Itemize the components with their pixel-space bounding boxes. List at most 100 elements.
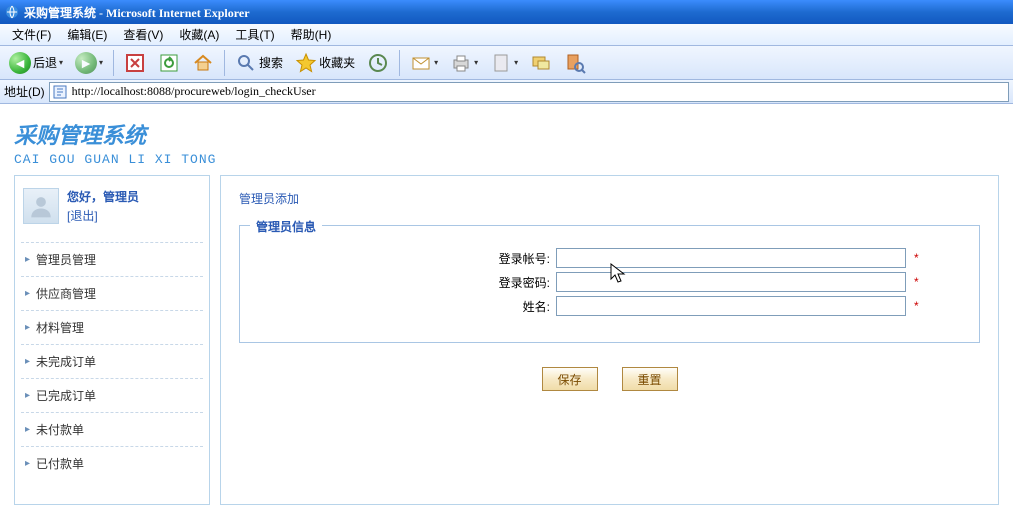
nav-label: 管理员管理 (36, 251, 96, 268)
history-button[interactable] (362, 49, 394, 77)
avatar (23, 188, 59, 224)
logout-link[interactable]: [退出] (67, 207, 139, 226)
forward-button[interactable]: ► ▾ (70, 49, 108, 77)
nav-item-material[interactable]: ▸ 材料管理 (21, 310, 203, 344)
sidebar: 您好，管理员 [退出] ▸ 管理员管理 ▸ 供应商管理 ▸ 材料管理 ▸ 未完成订单 ▸… (14, 175, 210, 505)
nav-label: 未完成订单 (36, 353, 96, 370)
address-box[interactable] (49, 82, 1009, 102)
edit-page-icon (490, 52, 512, 74)
chevron-right-icon: ▸ (25, 254, 30, 265)
chevron-right-icon: ▸ (25, 356, 30, 367)
nav-label: 未付款单 (36, 421, 84, 438)
password-label: 登录密码: (256, 274, 556, 291)
admin-info-fieldset: 管理员信息 登录帐号: * 登录密码: * 姓名: * (239, 225, 980, 343)
viewport: 采购管理系统 CAI GOU GUAN LI XI TONG 您好，管理员 [退… (0, 104, 1013, 520)
menu-favorites[interactable]: 收藏(A) (171, 24, 227, 45)
toolbar: ◄ 后退 ▾ ► ▾ 搜索 收藏夹 ▾ ▾ ▾ (0, 46, 1013, 80)
nav-item-admin[interactable]: ▸ 管理员管理 (21, 242, 203, 276)
page-title: 采购管理系统 (14, 118, 999, 150)
research-button[interactable] (559, 49, 591, 77)
mail-dropdown-icon[interactable]: ▾ (434, 58, 438, 67)
star-icon (295, 52, 317, 74)
save-button[interactable]: 保存 (542, 367, 598, 391)
address-label: 地址(D) (4, 83, 45, 100)
print-icon (450, 52, 472, 74)
account-input[interactable] (556, 248, 906, 268)
menu-view[interactable]: 查看(V) (115, 24, 171, 45)
print-dropdown-icon[interactable]: ▾ (474, 58, 478, 67)
back-button[interactable]: ◄ 后退 ▾ (4, 49, 68, 77)
password-input[interactable] (556, 272, 906, 292)
nav-item-completed-orders[interactable]: ▸ 已完成订单 (21, 378, 203, 412)
toolbar-separator (224, 50, 225, 76)
nav-label: 供应商管理 (36, 285, 96, 302)
nav-label: 已完成订单 (36, 387, 96, 404)
name-label: 姓名: (256, 298, 556, 315)
discuss-button[interactable] (525, 49, 557, 77)
menu-edit[interactable]: 编辑(E) (59, 24, 115, 45)
back-label: 后退 (33, 54, 57, 71)
mail-button[interactable]: ▾ (405, 49, 443, 77)
search-button[interactable]: 搜索 (230, 49, 288, 77)
back-dropdown-icon[interactable]: ▾ (59, 58, 63, 67)
user-box: 您好，管理员 [退出] (21, 184, 203, 238)
nav-list: ▸管理员管理 ▸供应商管理 ▸材料管理 ▸未完成订单 ▸已完成订单 ▸未付款单 … (21, 242, 203, 480)
discuss-icon (530, 52, 552, 74)
breadcrumb: 管理员添加 (239, 190, 980, 207)
home-button[interactable] (187, 49, 219, 77)
greeting: 您好，管理员 (67, 188, 139, 207)
chevron-right-icon: ▸ (25, 390, 30, 401)
fieldset-legend: 管理员信息 (250, 218, 322, 235)
stop-button[interactable] (119, 49, 151, 77)
button-row: 保存 重置 (239, 367, 980, 391)
search-label: 搜索 (259, 54, 283, 71)
greeting-prefix: 您好， (67, 190, 103, 204)
forward-icon: ► (75, 52, 97, 74)
reset-button[interactable]: 重置 (622, 367, 678, 391)
home-icon (192, 52, 214, 74)
edit-dropdown-icon[interactable]: ▾ (514, 58, 518, 67)
refresh-button[interactable] (153, 49, 185, 77)
menubar: 文件(F) 编辑(E) 查看(V) 收藏(A) 工具(T) 帮助(H) (0, 24, 1013, 46)
favorites-label: 收藏夹 (319, 54, 355, 71)
address-bar: 地址(D) (0, 80, 1013, 104)
print-button[interactable]: ▾ (445, 49, 483, 77)
favorites-button[interactable]: 收藏夹 (290, 49, 360, 77)
nav-item-supplier[interactable]: ▸ 供应商管理 (21, 276, 203, 310)
required-mark: * (914, 275, 919, 289)
username: 管理员 (103, 190, 139, 204)
nav-item-paid[interactable]: ▸ 已付款单 (21, 446, 203, 480)
required-mark: * (914, 251, 919, 265)
forward-dropdown-icon[interactable]: ▾ (99, 58, 103, 67)
toolbar-separator (113, 50, 114, 76)
nav-label: 材料管理 (36, 319, 84, 336)
edit-button[interactable]: ▾ (485, 49, 523, 77)
page-favicon (52, 84, 68, 100)
refresh-icon (158, 52, 180, 74)
toolbar-separator (399, 50, 400, 76)
required-mark: * (914, 299, 919, 313)
name-input[interactable] (556, 296, 906, 316)
search-icon (235, 52, 257, 74)
menu-help[interactable]: 帮助(H) (283, 24, 340, 45)
mail-icon (410, 52, 432, 74)
nav-item-pending-orders[interactable]: ▸ 未完成订单 (21, 344, 203, 378)
window-title: 采购管理系统 - Microsoft Internet Explorer (24, 4, 250, 21)
chevron-right-icon: ▸ (25, 288, 30, 299)
menu-tools[interactable]: 工具(T) (227, 24, 282, 45)
nav-label: 已付款单 (36, 455, 84, 472)
ie-favicon (4, 4, 20, 20)
stop-icon (124, 52, 146, 74)
back-icon: ◄ (9, 52, 31, 74)
menu-file[interactable]: 文件(F) (4, 24, 59, 45)
chevron-right-icon: ▸ (25, 424, 30, 435)
address-input[interactable] (72, 84, 1006, 99)
main-panel: 管理员添加 管理员信息 登录帐号: * 登录密码: * 姓名: (220, 175, 999, 505)
nav-item-unpaid[interactable]: ▸ 未付款单 (21, 412, 203, 446)
window-titlebar: 采购管理系统 - Microsoft Internet Explorer (0, 0, 1013, 24)
chevron-right-icon: ▸ (25, 322, 30, 333)
research-icon (564, 52, 586, 74)
chevron-right-icon: ▸ (25, 458, 30, 469)
account-label: 登录帐号: (256, 250, 556, 267)
history-icon (367, 52, 389, 74)
